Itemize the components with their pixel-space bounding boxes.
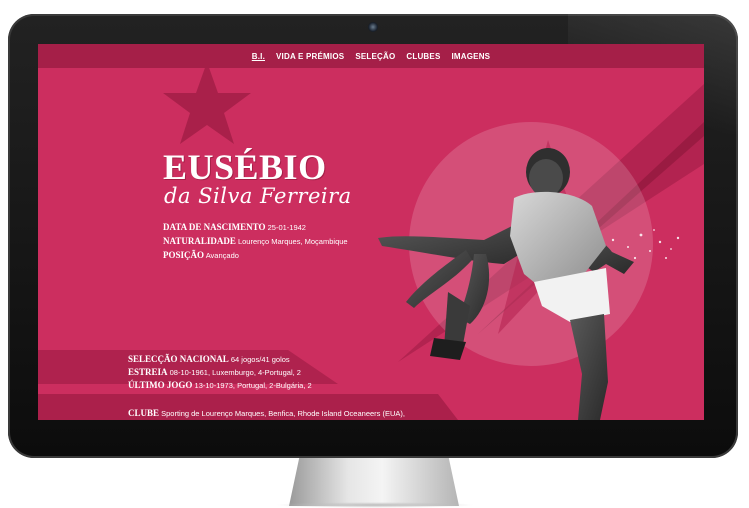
club-value: Sporting de Lourenço Marques, Benfica, R…: [161, 409, 405, 418]
nav-item-imagens[interactable]: IMAGENS: [451, 52, 490, 61]
national-team-value: 64 jogos/41 golos: [230, 355, 290, 364]
position-value: Avançado: [205, 251, 239, 260]
birth-date-row: DATA DE NASCIMENTO 25-01-1942: [163, 222, 306, 232]
national-team-row: SELECÇÃO NACIONAL 64 jogos/41 golos: [128, 354, 290, 364]
nav-item-selecao[interactable]: SELEÇÃO: [355, 52, 395, 61]
birth-date-value: 25-01-1942: [267, 223, 306, 232]
birth-date-label: DATA DE NASCIMENTO: [163, 222, 266, 232]
website-screen: B.I. VIDA E PRÉMIOS SELEÇÃO CLUBES IMAGE…: [38, 44, 704, 420]
birthplace-label: NATURALIDADE: [163, 236, 236, 246]
position-row: POSIÇÃO Avançado: [163, 250, 239, 260]
webcam-icon: [368, 22, 378, 32]
last-game-label: ÚLTIMO JOGO: [128, 380, 193, 390]
stand-shadow: [275, 502, 475, 508]
club-label: CLUBE: [128, 408, 160, 418]
player-photo: [378, 148, 634, 420]
club-row: CLUBE Sporting de Lourenço Marques, Benf…: [128, 408, 405, 418]
debut-label: ESTREIA: [128, 367, 168, 377]
last-game-value: 13-10-1973, Portugal, 2-Bulgária, 2: [194, 381, 312, 390]
position-label: POSIÇÃO: [163, 250, 205, 260]
nav-item-vida-e-premios[interactable]: VIDA E PRÉMIOS: [276, 52, 344, 61]
birthplace-row: NATURALIDADE Lourenço Marques, Moçambiqu…: [163, 236, 348, 246]
top-nav: B.I. VIDA E PRÉMIOS SELEÇÃO CLUBES IMAGE…: [38, 44, 704, 68]
player-name: EUSÉBIO: [163, 147, 327, 187]
monitor-stand: [289, 458, 459, 506]
national-team-label: SELECÇÃO NACIONAL: [128, 354, 229, 364]
debut-value: 08-10-1961, Luxemburgo, 4-Portugal, 2: [169, 368, 301, 377]
star-icon: [163, 62, 251, 144]
birthplace-value: Lourenço Marques, Moçambique: [237, 237, 348, 246]
nav-item-clubes[interactable]: CLUBES: [406, 52, 440, 61]
player-fullname: da Silva Ferreira: [164, 184, 352, 208]
last-game-row: ÚLTIMO JOGO 13-10-1973, Portugal, 2-Bulg…: [128, 380, 312, 390]
nav-item-bi[interactable]: B.I.: [252, 52, 265, 61]
debut-row: ESTREIA 08-10-1961, Luxemburgo, 4-Portug…: [128, 367, 301, 377]
